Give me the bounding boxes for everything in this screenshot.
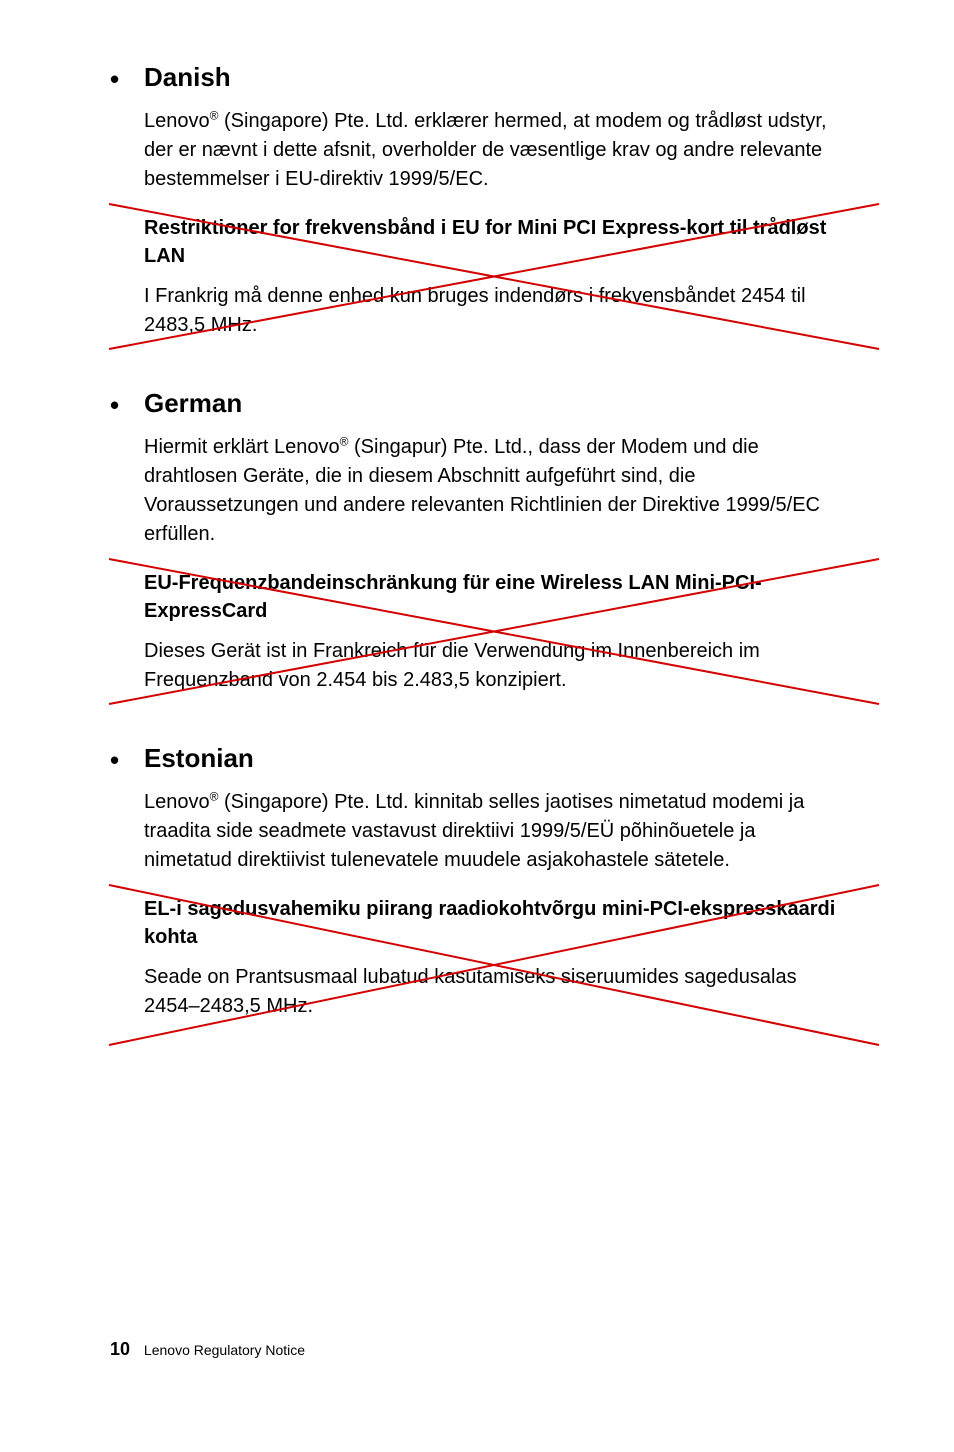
heading-german: German [144,388,242,419]
intro-german: Hiermit erklärt Lenovo® (Singapur) Pte. … [144,433,844,549]
subheading-estonian: EL-i sagedusvahemiku piirang raadiokohtv… [144,895,844,951]
subpara-danish: I Frankrig må denne enhed kun bruges ind… [144,282,844,340]
subpara-estonian: Seade on Prantsusmaal lubatud kasutamise… [144,963,844,1021]
bullet-icon: • [110,66,144,92]
page-number: 10 [110,1339,130,1359]
subheading-danish: Restriktioner for frekvensbånd i EU for … [144,214,844,270]
page-footer: 10 Lenovo Regulatory Notice [110,1339,305,1360]
footer-title: Lenovo Regulatory Notice [144,1342,305,1358]
bullet-icon: • [110,747,144,773]
subheading-german: EU-Frequenzbandeinschränkung für eine Wi… [144,569,844,625]
intro-estonian: Lenovo® (Singapore) Pte. Ltd. kinnitab s… [144,788,844,875]
heading-estonian: Estonian [144,743,254,774]
bullet-icon: • [110,392,144,418]
intro-danish: Lenovo® (Singapore) Pte. Ltd. erklærer h… [144,107,844,194]
subpara-german: Dieses Gerät ist in Frankreich für die V… [144,637,844,695]
heading-danish: Danish [144,62,231,93]
